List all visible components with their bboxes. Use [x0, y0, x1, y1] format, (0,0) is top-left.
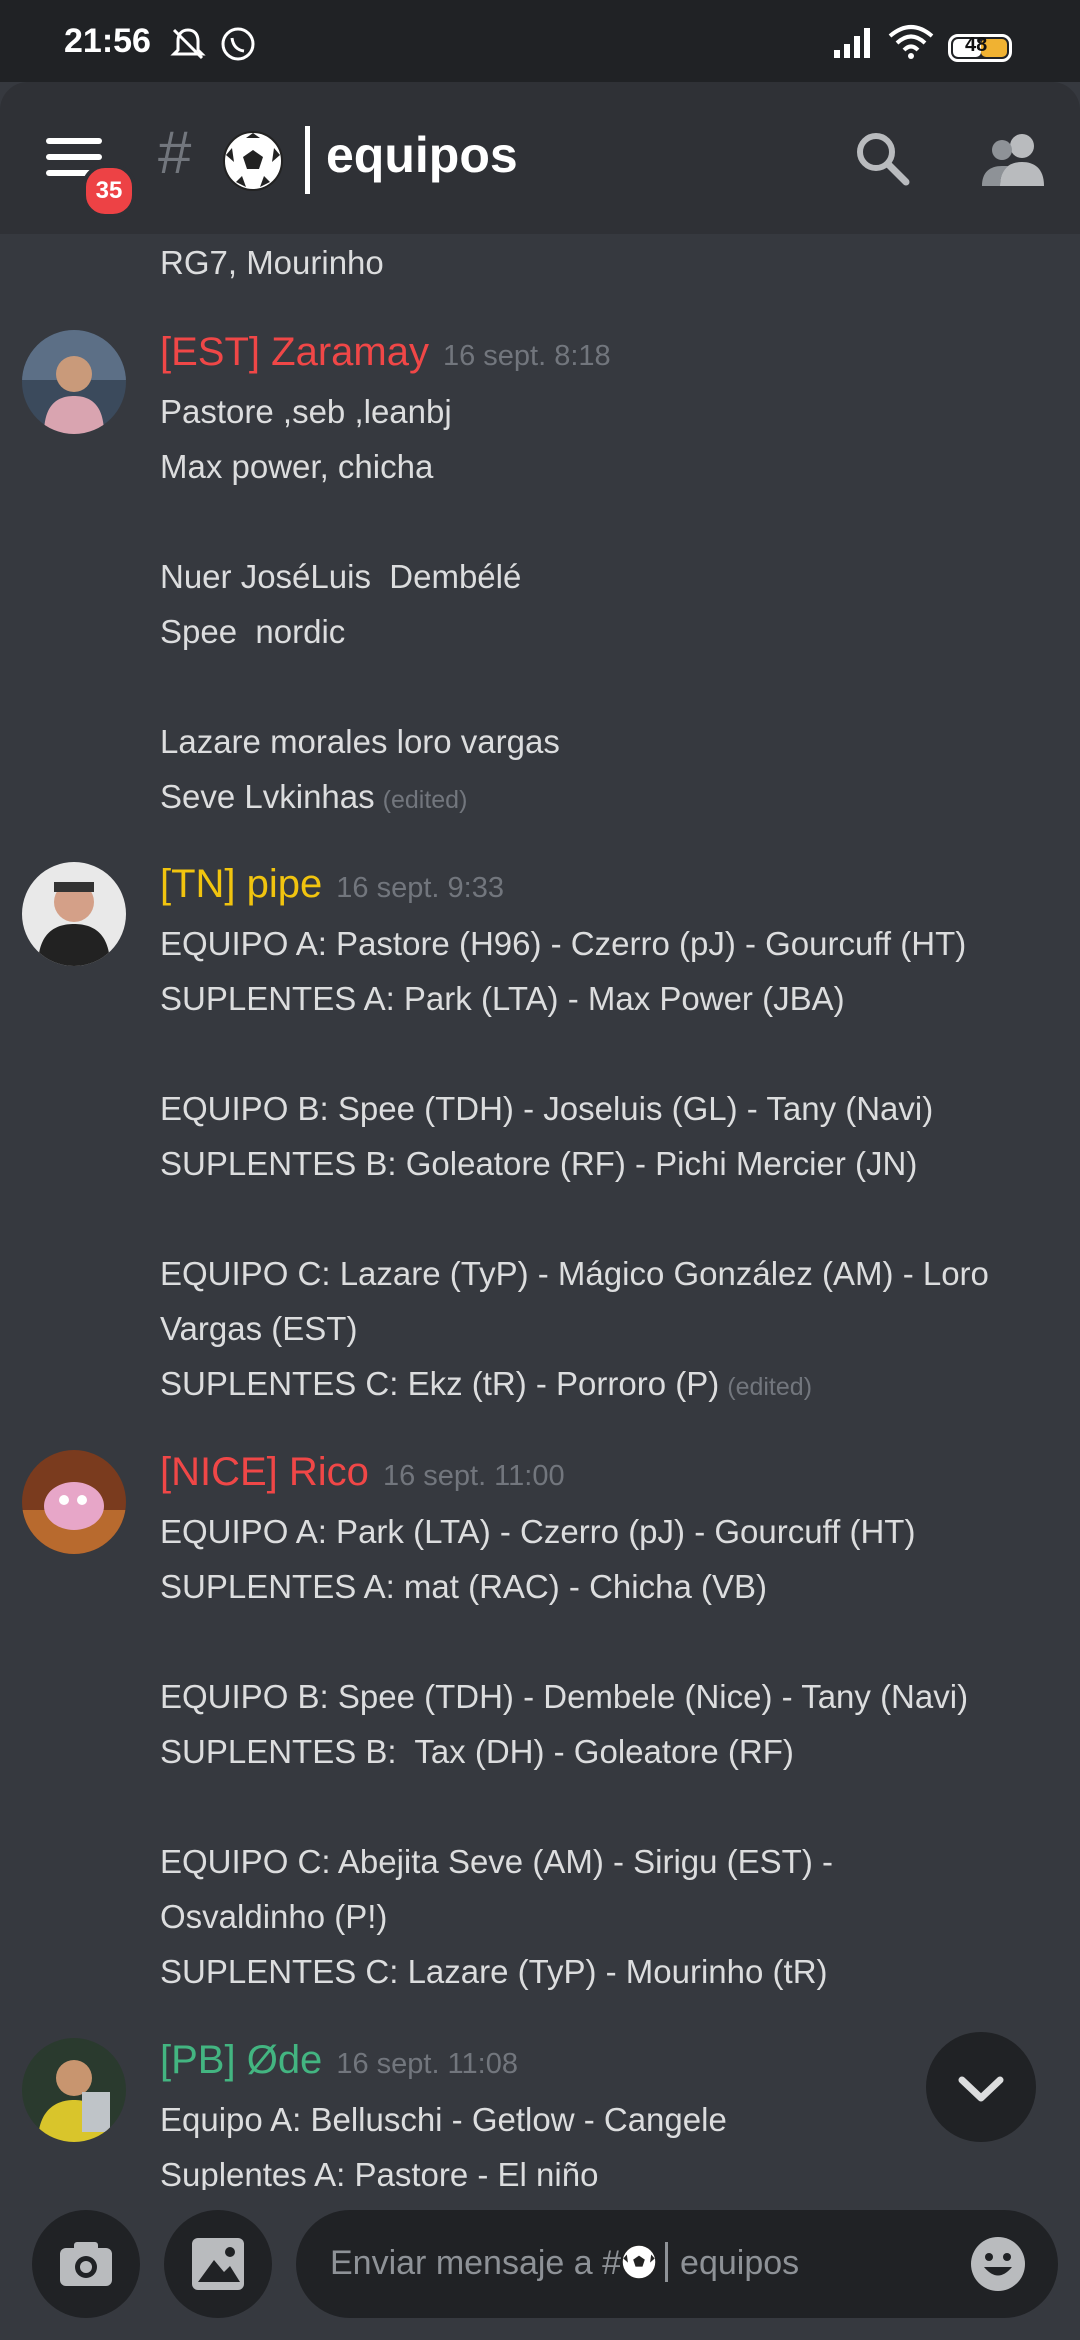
placeholder-divider [665, 2242, 669, 2282]
message-composer: Enviar mensaje a # equipos [0, 2190, 1080, 2340]
message-line-blank [160, 1779, 1060, 1834]
author-name[interactable]: [PB] Øde [160, 2038, 322, 2082]
timestamp: 16 sept. 8:18 [442, 340, 611, 372]
message-content: ​ RG7, Mourinho [160, 234, 1060, 290]
message-line: EQUIPO C: Lazare (TyP) - Mágico González… [160, 1255, 989, 1292]
message-line-blank [160, 1191, 1060, 1246]
message-line: SUPLENTES C: Ekz (tR) - Porroro (P) (edit… [160, 1356, 1060, 1415]
message-line: Pastore ,seb ,leanbj [160, 393, 452, 430]
message-line: SUPLENTES B: Goleatore (RF) - Pichi Merc… [160, 1145, 918, 1182]
avatar[interactable] [22, 330, 126, 434]
message-line: EQUIPO B: Spee (TDH) - Joseluis (GL) - T… [160, 1090, 934, 1127]
message-line: Equipo A: Belluschi - Getlow - Cangele [160, 2101, 727, 2138]
channel-name: equipos [326, 127, 518, 183]
edited-label: (edited) [382, 786, 468, 814]
message-line: Osvaldinho (P!) [160, 1898, 388, 1935]
message-text: Seve Lvkinhas [160, 778, 375, 815]
battery-icon: 48 [948, 34, 1012, 62]
message-line: Spee nordic [160, 613, 346, 650]
timestamp: 16 sept. 9:33 [336, 872, 504, 904]
message-line: SUPLENTES A: Park (LTA) - Max Power (JBA… [160, 980, 845, 1017]
message-line: SUPLENTES B: Tax (DH) - Goleatore (RF) [160, 1733, 794, 1770]
soccer-ball-icon [621, 2244, 657, 2280]
message-content: EQUIPO A: Park (LTA) - Czerro (pJ) - Gou… [160, 1504, 1060, 1999]
message-header: [PB] Øde 16 sept. 11:08 [160, 2038, 518, 2083]
avatar[interactable] [22, 1450, 126, 1554]
message-text: SUPLENTES C: Ekz (tR) - Porroro (P) [160, 1365, 720, 1402]
unread-badge: 35 [82, 164, 136, 218]
gallery-button[interactable] [164, 2210, 272, 2318]
message-line-blank [160, 659, 1060, 714]
author-name[interactable]: [TN] pipe [160, 862, 322, 906]
message-line: Seve Lvkinhas (edited) [160, 769, 1060, 828]
message-line: EQUIPO C: Abejita Seve (AM) - Sirigu (ES… [160, 1843, 833, 1880]
message-content: Pastore ,seb ,leanbj Max power, chicha N… [160, 384, 1060, 828]
soccer-ball-icon [223, 131, 283, 191]
message-line: Nuer JoséLuis Dembélé [160, 558, 522, 595]
message-line: SUPLENTES C: Lazare (TyP) - Mourinho (tR… [160, 1953, 828, 1990]
emoji-icon[interactable] [968, 2234, 1028, 2294]
edited-label: (edited) [727, 1373, 813, 1401]
message-line: Vargas (EST) [160, 1310, 358, 1347]
image-icon [192, 2238, 244, 2290]
signal-icon [834, 28, 870, 58]
message-header: [EST] Zaramay 16 sept. 8:18 [160, 330, 611, 375]
message-line: EQUIPO B: Spee (TDH) - Dembele (Nice) - … [160, 1678, 969, 1715]
message-line: Lazare morales loro vargas [160, 723, 560, 760]
header-divider [305, 126, 310, 194]
message-input[interactable]: Enviar mensaje a # equipos [296, 2210, 1058, 2318]
message-list[interactable]: ​ RG7, Mourinho [EST] Zaramay 16 sept. 8:… [0, 234, 1080, 2190]
avatar[interactable] [22, 862, 126, 966]
timestamp: 16 sept. 11:08 [336, 2048, 518, 2080]
status-bar: 21:56 48 [0, 0, 1080, 82]
message-content: EQUIPO A: Pastore (H96) - Czerro (pJ) - … [160, 916, 1060, 1415]
author-name[interactable]: [EST] Zaramay [160, 330, 429, 374]
message-header: [TN] pipe 16 sept. 9:33 [160, 862, 504, 907]
channel-header: 35 # equipos [0, 82, 1080, 234]
message-header: [NICE] Rico 16 sept. 11:00 [160, 1450, 565, 1495]
status-time: 21:56 [64, 22, 151, 60]
camera-icon [60, 2242, 112, 2286]
message-line-blank [160, 1614, 1060, 1669]
camera-button[interactable] [32, 2210, 140, 2318]
jump-to-present-button[interactable] [926, 2032, 1036, 2142]
message-line-blank [160, 1026, 1060, 1081]
message-line-blank [160, 494, 1060, 549]
search-icon[interactable] [852, 128, 912, 188]
battery-level: 48 [965, 34, 988, 56]
message-line: RG7, Mourinho [160, 244, 384, 281]
members-icon[interactable] [980, 128, 1046, 188]
timestamp: 16 sept. 11:00 [382, 1460, 565, 1492]
placeholder-prefix: Enviar mensaje a # [330, 2244, 622, 2282]
message-content: Equipo A: Belluschi - Getlow - Cangele S… [160, 2092, 1060, 2190]
message-line: Max power, chicha [160, 448, 434, 485]
message-line: EQUIPO A: Park (LTA) - Czerro (pJ) - Gou… [160, 1513, 916, 1550]
mute-bell-icon [170, 28, 206, 60]
author-name[interactable]: [NICE] Rico [160, 1450, 369, 1494]
message-line: SUPLENTES A: mat (RAC) - Chicha (VB) [160, 1568, 767, 1605]
message-input-placeholder: Enviar mensaje a # equipos [330, 2242, 799, 2283]
chevron-down-icon [958, 2076, 1004, 2102]
avatar[interactable] [22, 2038, 126, 2142]
channel-hash-icon: # [158, 119, 192, 186]
wifi-icon [888, 25, 934, 59]
whatsapp-icon [221, 27, 255, 61]
message-line: EQUIPO A: Pastore (H96) - Czerro (pJ) - … [160, 925, 967, 962]
placeholder-channel: equipos [680, 2244, 800, 2282]
message-line: Suplentes A: Pastore - El niño [160, 2156, 599, 2190]
